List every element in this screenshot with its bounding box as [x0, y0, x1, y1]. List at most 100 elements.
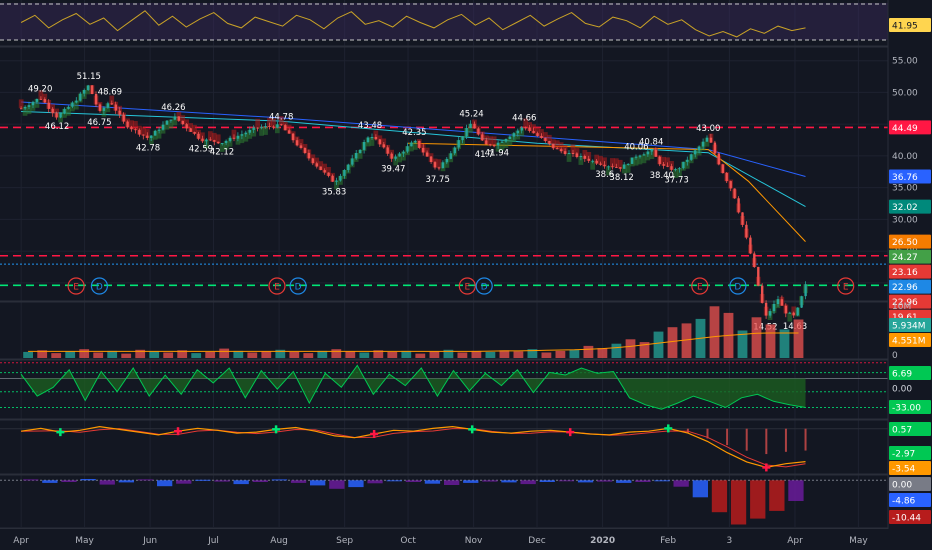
candle-body[interactable]: [335, 180, 338, 182]
candle-body[interactable]: [67, 106, 70, 109]
candle-body[interactable]: [603, 164, 606, 167]
candle-body[interactable]: [721, 164, 724, 174]
candle-body[interactable]: [150, 135, 153, 138]
candle-body[interactable]: [240, 134, 244, 136]
histogram-min-tag[interactable]: -10.44: [889, 510, 931, 524]
candle-body[interactable]: [31, 101, 35, 106]
histogram-zero-tag[interactable]: 0.00: [889, 477, 931, 491]
earnings-marker-icon[interactable]: E: [268, 277, 286, 295]
price-value-tag[interactable]: 32.02: [889, 199, 931, 214]
candle-body[interactable]: [146, 135, 149, 138]
candle-body[interactable]: [800, 296, 803, 308]
candle-body[interactable]: [134, 129, 137, 131]
candle-body[interactable]: [366, 137, 370, 143]
candle-body[interactable]: [804, 284, 807, 297]
candle-body[interactable]: [690, 154, 693, 160]
candle-body[interactable]: [678, 168, 681, 170]
candle-body[interactable]: [713, 142, 717, 154]
candle-body[interactable]: [627, 163, 630, 165]
candle-body[interactable]: [173, 116, 177, 120]
candle-body[interactable]: [615, 167, 618, 168]
candle-body[interactable]: [327, 172, 330, 176]
candle-body[interactable]: [201, 138, 204, 142]
candle-body[interactable]: [23, 106, 27, 109]
candle-body[interactable]: [359, 149, 362, 154]
candle-body[interactable]: [694, 150, 697, 155]
candle-body[interactable]: [193, 132, 196, 134]
candle-body[interactable]: [272, 126, 275, 128]
candle-body[interactable]: [741, 212, 744, 225]
candle-body[interactable]: [331, 175, 334, 182]
candle-body[interactable]: [224, 140, 228, 143]
time-axis[interactable]: Apr May Jun Jul Aug Sep Oct Nov Dec 2020 Feb 3 Apr Ma…: [0, 529, 932, 550]
candle-body[interactable]: [697, 146, 701, 151]
candle-body[interactable]: [181, 120, 184, 125]
candle-body[interactable]: [114, 104, 117, 111]
candle-body[interactable]: [623, 164, 626, 169]
oscillator-value-tag[interactable]: 6.69: [889, 366, 931, 380]
candle-body[interactable]: [236, 135, 240, 139]
candle-body[interactable]: [410, 142, 413, 147]
candle-body[interactable]: [307, 152, 311, 159]
candle-body[interactable]: [209, 139, 212, 141]
candle-body[interactable]: [343, 170, 346, 176]
candle-body[interactable]: [79, 93, 82, 101]
candle-body[interactable]: [295, 140, 299, 146]
oscillator-zero-tag[interactable]: 0.00: [889, 381, 931, 395]
rsi-panel[interactable]: [0, 3, 888, 41]
candle-body[interactable]: [753, 253, 756, 268]
candle-body[interactable]: [189, 128, 192, 132]
trend-value-tag[interactable]: 0.57: [889, 422, 931, 436]
candle-body[interactable]: [418, 140, 421, 148]
oscillator-panel[interactable]: [0, 362, 888, 410]
chart-stage[interactable]: 49.20 46.12 51.15 46.75 48.69 42.78 46.26 42.59…: [0, 0, 932, 550]
candle-body[interactable]: [154, 130, 157, 136]
candle-body[interactable]: [252, 127, 255, 130]
candle-body[interactable]: [264, 126, 267, 127]
candle-body[interactable]: [662, 164, 665, 166]
candle-body[interactable]: [232, 137, 236, 139]
candle-body[interactable]: [390, 153, 393, 159]
candle-body[interactable]: [528, 127, 531, 131]
price-value-tag[interactable]: 24.27: [889, 249, 931, 264]
candle-body[interactable]: [485, 140, 488, 145]
candle-body[interactable]: [355, 153, 358, 159]
candle-body[interactable]: [102, 107, 106, 111]
candle-body[interactable]: [465, 128, 468, 137]
candle-body[interactable]: [169, 119, 173, 121]
candle-body[interactable]: [398, 153, 401, 157]
candle-body[interactable]: [792, 312, 795, 316]
candle-body[interactable]: [500, 141, 504, 143]
candle-body[interactable]: [59, 113, 62, 118]
candle-body[interactable]: [579, 156, 583, 157]
histogram-panel[interactable]: [0, 479, 888, 525]
candle-body[interactable]: [55, 113, 58, 118]
candle-body[interactable]: [729, 181, 732, 189]
candle-body[interactable]: [540, 136, 543, 138]
candle-body[interactable]: [686, 159, 689, 162]
candle-body[interactable]: [674, 169, 677, 171]
candle-body[interactable]: [87, 85, 90, 90]
candle-body[interactable]: [552, 143, 555, 149]
candle-body[interactable]: [709, 137, 713, 143]
candle-body[interactable]: [315, 163, 318, 167]
candle-body[interactable]: [126, 121, 129, 128]
candle-body[interactable]: [118, 110, 121, 115]
candle-body[interactable]: [567, 153, 571, 154]
candle-body[interactable]: [469, 123, 472, 128]
rsi-value-tag[interactable]: 41.95: [889, 18, 931, 32]
candle-body[interactable]: [481, 134, 484, 141]
price-value-tag[interactable]: 23.16: [889, 264, 931, 279]
trend-signal-tag[interactable]: -3.54: [889, 461, 931, 475]
dividend-marker-icon[interactable]: D: [475, 277, 493, 295]
candle-body[interactable]: [524, 127, 527, 129]
candle-body[interactable]: [457, 140, 460, 148]
candle-body[interactable]: [382, 144, 385, 148]
candle-body[interactable]: [213, 140, 216, 142]
candle-body[interactable]: [414, 140, 417, 143]
candle-body[interactable]: [406, 146, 409, 152]
candle-body[interactable]: [217, 141, 220, 144]
candle-body[interactable]: [228, 137, 232, 141]
candle-body[interactable]: [477, 128, 480, 135]
candle-body[interactable]: [441, 162, 445, 169]
